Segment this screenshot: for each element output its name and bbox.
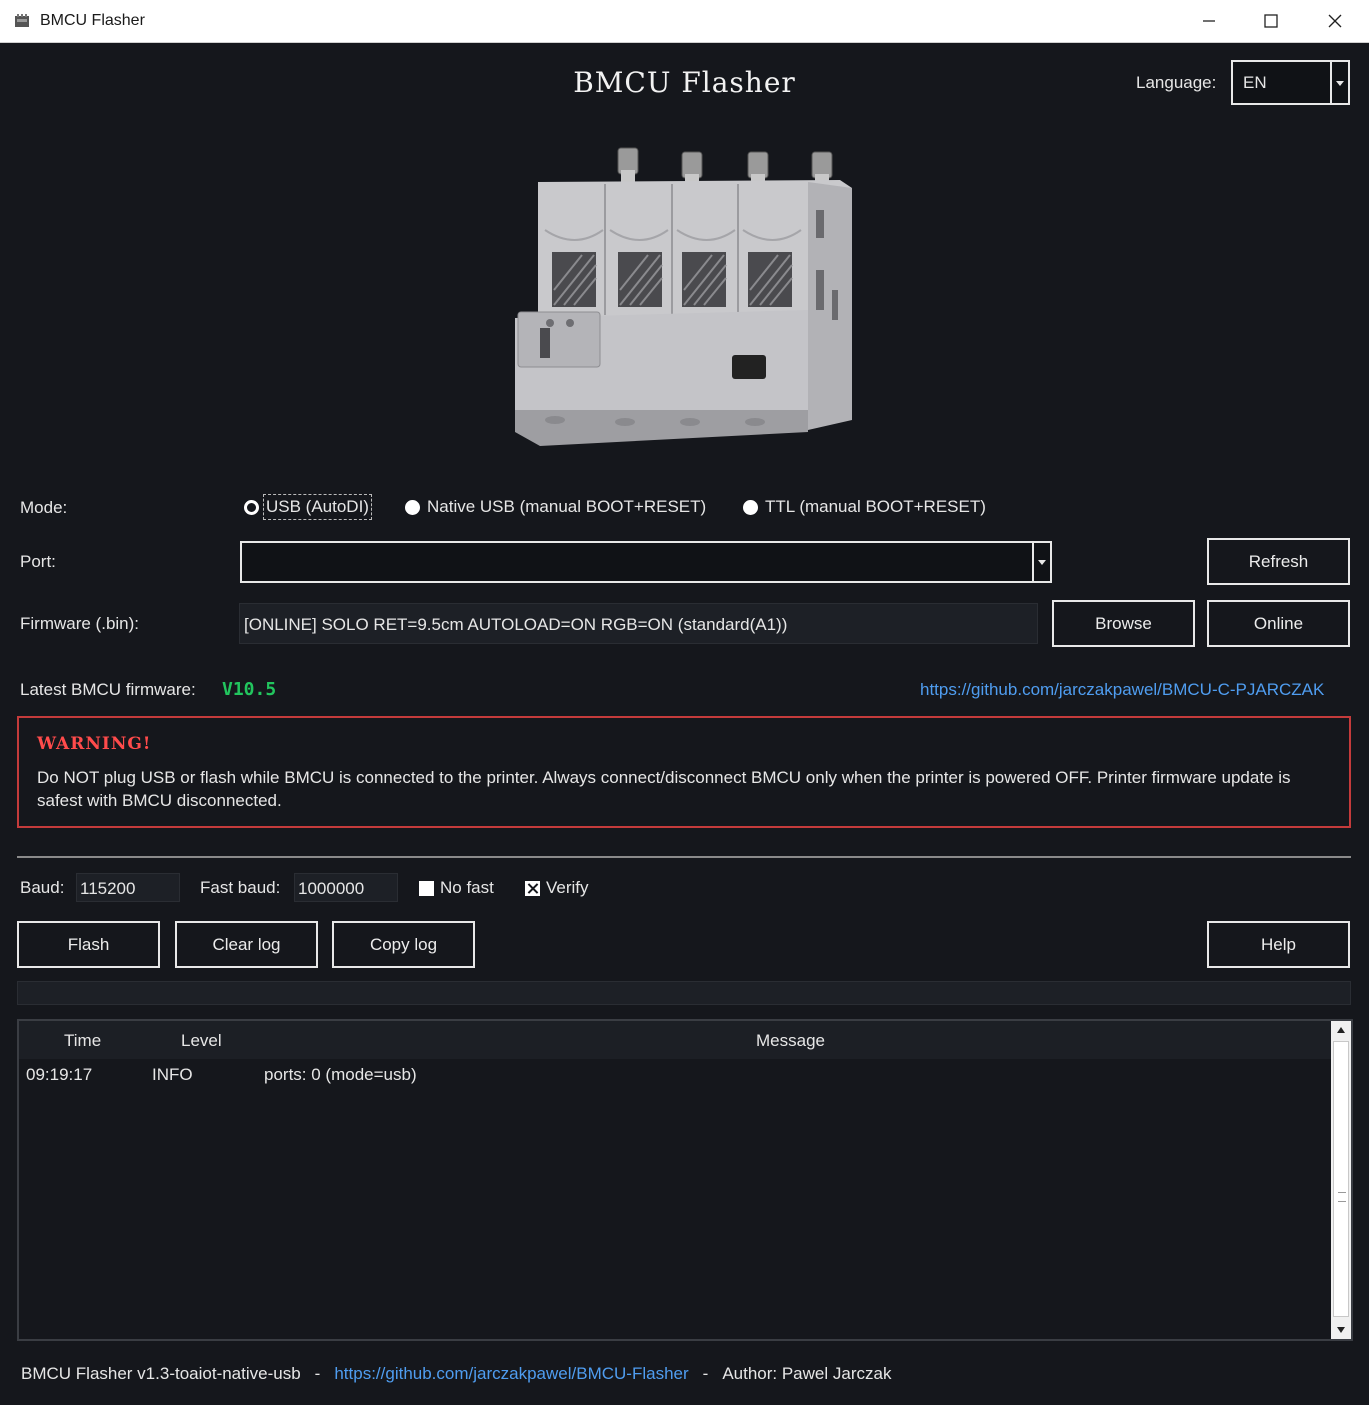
window-title: BMCU Flasher [40, 12, 145, 29]
close-button[interactable] [1312, 6, 1358, 36]
scroll-up-icon[interactable] [1331, 1021, 1351, 1039]
refresh-button[interactable]: Refresh [1207, 538, 1350, 585]
checkbox-unchecked-icon [419, 880, 434, 896]
firmware-path-input[interactable]: [ONLINE] SOLO RET=9.5cm AUTOLOAD=ON RGB=… [239, 603, 1038, 644]
column-header-time[interactable]: Time [64, 1031, 101, 1051]
mode-radio-usb-autodi[interactable]: USB (AutoDI) [244, 494, 372, 520]
progress-bar [17, 981, 1351, 1005]
online-button[interactable]: Online [1207, 600, 1350, 647]
clear-log-button[interactable]: Clear log [175, 921, 318, 968]
bmcu-device-image [515, 147, 852, 446]
log-table-header: Time Level Message [19, 1021, 1331, 1059]
chevron-down-icon[interactable] [1032, 543, 1050, 581]
warning-box: WARNING! Do NOT plug USB or flash while … [17, 716, 1351, 828]
mode-label: Mode: [20, 498, 68, 517]
title-bar: BMCU Flasher [0, 0, 1369, 43]
no-fast-label: No fast [440, 878, 494, 897]
radio-unselected-icon [743, 499, 758, 515]
chevron-down-icon[interactable] [1330, 62, 1348, 103]
maximize-icon [1264, 14, 1278, 28]
port-select[interactable] [240, 541, 1052, 583]
fast-baud-input[interactable]: 1000000 [294, 873, 398, 902]
footer-separator: - [314, 1364, 321, 1383]
log-cell-time: 09:19:17 [26, 1065, 93, 1084]
log-cell-message: ports: 0 (mode=usb) [264, 1065, 417, 1084]
latest-firmware-version: V10.5 [222, 679, 277, 700]
log-scrollbar[interactable] [1331, 1021, 1351, 1339]
firmware-label: Firmware (.bin): [20, 614, 140, 633]
radio-selected-icon [244, 499, 259, 515]
firmware-repo-link[interactable]: https://github.com/jarczakpawel/BMCU-C-P… [920, 680, 1324, 700]
verify-label: Verify [546, 878, 589, 897]
footer: BMCU Flasher v1.3-toaiot-native-usb - http… [21, 1364, 891, 1384]
log-table[interactable]: Time Level Message 09:19:17 INFO ports: … [17, 1019, 1353, 1341]
baud-input[interactable]: 115200 [76, 873, 180, 902]
checkbox-checked-icon [525, 880, 540, 896]
maximize-button[interactable] [1248, 6, 1294, 36]
warning-title: WARNING! [37, 734, 152, 754]
footer-separator: - [702, 1364, 709, 1383]
divider [17, 856, 1351, 858]
close-icon [1328, 14, 1342, 28]
language-select[interactable]: EN [1231, 60, 1350, 105]
browse-button[interactable]: Browse [1052, 600, 1195, 647]
mode-radio-native-usb[interactable]: Native USB (manual BOOT+RESET) [405, 497, 706, 517]
language-value: EN [1243, 73, 1267, 92]
verify-checkbox[interactable]: Verify [525, 878, 589, 898]
column-header-level[interactable]: Level [181, 1031, 222, 1051]
minimize-icon [1203, 20, 1215, 22]
mode-radio-label: USB (AutoDI) [263, 494, 372, 520]
column-header-message[interactable]: Message [756, 1031, 825, 1051]
latest-firmware-label: Latest BMCU firmware: [20, 680, 196, 699]
copy-log-button[interactable]: Copy log [332, 921, 475, 968]
mode-radio-ttl[interactable]: TTL (manual BOOT+RESET) [743, 497, 986, 517]
minimize-button[interactable] [1186, 6, 1232, 36]
fast-baud-label: Fast baud: [200, 878, 281, 897]
port-label: Port: [20, 552, 56, 571]
app-icon [15, 14, 29, 27]
warning-text: Do NOT plug USB or flash while BMCU is c… [37, 768, 1291, 810]
language-label: Language: [1136, 73, 1217, 92]
flash-button[interactable]: Flash [17, 921, 160, 968]
help-button[interactable]: Help [1207, 921, 1350, 968]
scrollbar-thumb[interactable] [1333, 1041, 1349, 1317]
footer-author: Author: Pawel Jarczak [722, 1364, 892, 1383]
scroll-down-icon[interactable] [1331, 1321, 1351, 1339]
baud-label: Baud: [20, 878, 65, 897]
firmware-path-value: [ONLINE] SOLO RET=9.5cm AUTOLOAD=ON RGB=… [244, 615, 788, 634]
footer-repo-link[interactable]: https://github.com/jarczakpawel/BMCU-Fla… [334, 1364, 688, 1383]
mode-radio-label: Native USB (manual BOOT+RESET) [427, 497, 707, 516]
footer-version: BMCU Flasher v1.3-toaiot-native-usb [21, 1364, 301, 1383]
log-cell-level: INFO [152, 1065, 193, 1084]
mode-radio-label: TTL (manual BOOT+RESET) [765, 497, 986, 516]
radio-unselected-icon [405, 499, 420, 515]
no-fast-checkbox[interactable]: No fast [419, 878, 494, 898]
